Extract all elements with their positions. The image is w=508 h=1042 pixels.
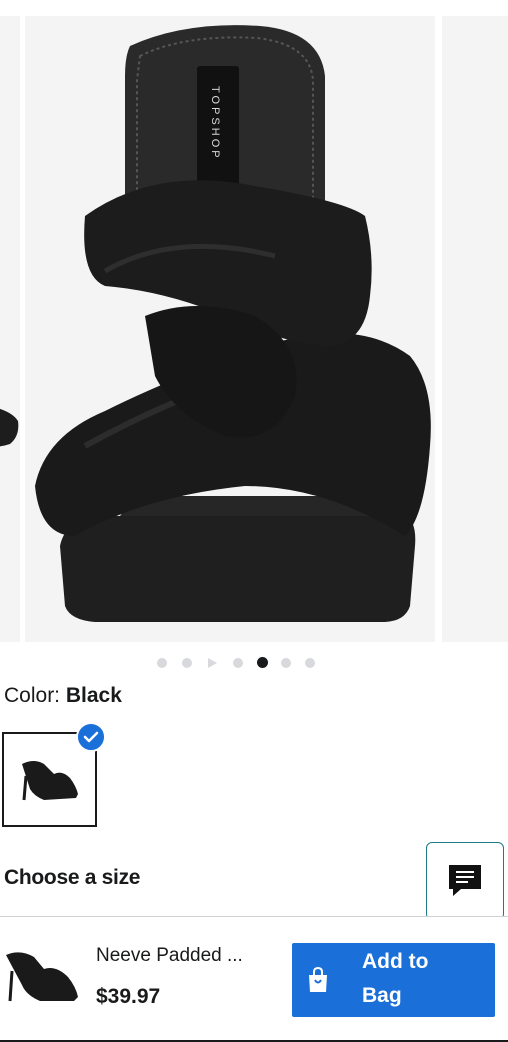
- pagination-dot[interactable]: [182, 658, 192, 668]
- color-value: Black: [65, 684, 122, 707]
- pagination-dot[interactable]: [305, 658, 315, 668]
- color-label: Color:: [4, 684, 61, 707]
- pagination-dot[interactable]: [233, 658, 243, 668]
- selected-check-icon: [76, 722, 106, 752]
- product-thumbnail: [0, 947, 84, 1007]
- pagination-dot[interactable]: [157, 658, 167, 668]
- choose-size-heading: Choose a size: [4, 866, 141, 889]
- product-name[interactable]: Neeve Padded ...: [96, 945, 243, 967]
- next-image-slide[interactable]: [442, 16, 508, 642]
- add-to-bag-label-line2: Bag: [362, 984, 402, 1007]
- product-price: $39.97: [96, 985, 161, 1008]
- pagination-dot-active[interactable]: [257, 657, 268, 668]
- add-to-bag-button[interactable]: Add to Bag: [292, 943, 495, 1017]
- brand-label: TOPSHOP: [209, 86, 221, 161]
- color-selection-label: Color: Black: [4, 684, 122, 708]
- gallery-pagination: [0, 656, 508, 670]
- sticky-add-to-bag-bar: Neeve Padded ... $39.97 Add to Bag: [0, 916, 508, 1042]
- main-product-image[interactable]: TOPSHOP: [25, 16, 435, 642]
- shopping-bag-icon: [309, 966, 327, 992]
- sandal-front-image: TOPSHOP: [35, 25, 431, 622]
- pagination-dot[interactable]: [281, 658, 291, 668]
- previous-image-slide[interactable]: [0, 16, 20, 642]
- chat-icon: [449, 865, 481, 896]
- product-image-gallery[interactable]: TOPSHOP: [0, 0, 508, 645]
- add-to-bag-label-line1: Add to: [362, 950, 429, 973]
- chat-button[interactable]: [426, 842, 504, 920]
- video-play-icon[interactable]: [208, 658, 217, 668]
